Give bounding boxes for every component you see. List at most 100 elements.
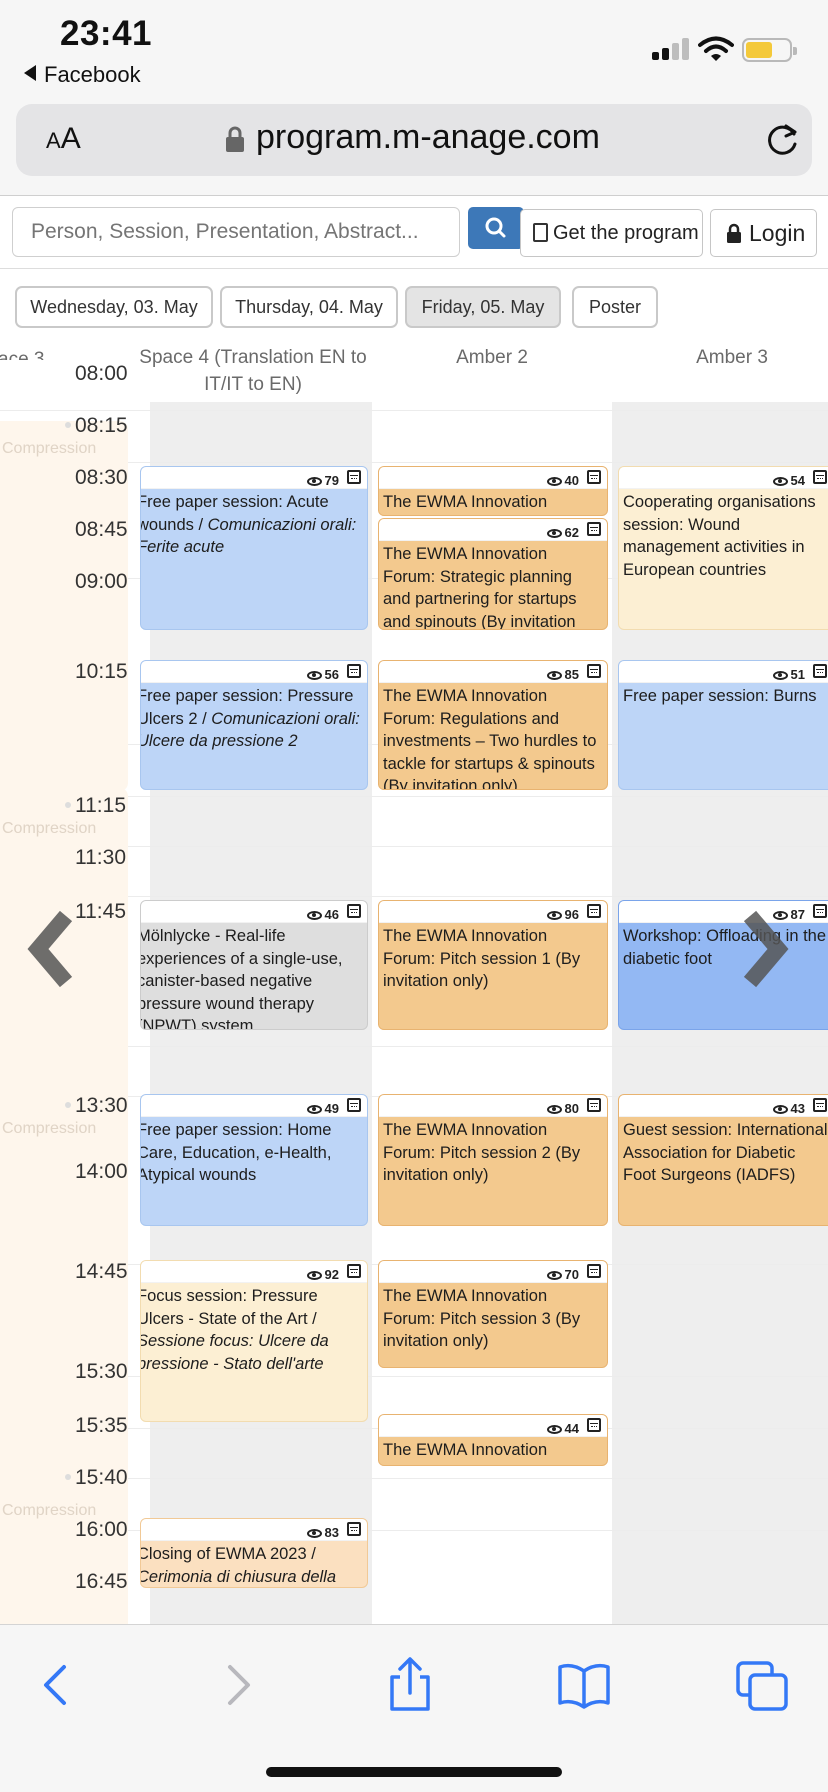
column-header-amber2: Amber 2 [456, 347, 528, 368]
eye-icon [772, 1105, 788, 1114]
space3-event-tile[interactable] [0, 1096, 128, 1516]
event-card[interactable]: 62 The EWMA Innovation Forum: Strategic … [378, 518, 608, 630]
column-header-space3: ace 3 [0, 349, 45, 360]
cellular-signal-icon [652, 38, 690, 60]
event-title-it: Sessione focus: Ulcere da pressione - St… [140, 1332, 329, 1373]
event-title: Focus session: Pressure Ulcers - State o… [140, 1287, 318, 1328]
event-card[interactable]: 70 The EWMA Innovation Forum: Pitch sess… [378, 1260, 608, 1368]
tab-poster[interactable]: Poster [572, 286, 658, 328]
calendar-icon[interactable] [587, 904, 601, 918]
eye-icon [772, 671, 788, 680]
eye-icon [306, 1271, 322, 1280]
calendar-icon[interactable] [587, 522, 601, 536]
search-button[interactable] [468, 207, 524, 249]
share-icon[interactable] [380, 1655, 440, 1715]
calendar-icon[interactable] [813, 470, 827, 484]
event-card[interactable]: 92 Focus session: Pressure Ulcers - Stat… [140, 1260, 368, 1422]
text-size-button[interactable]: AA [46, 122, 81, 156]
event-card[interactable]: 85 The EWMA Innovation Forum: Regulation… [378, 660, 608, 790]
event-card[interactable]: 49 Free paper session: Home Care, Educat… [140, 1094, 368, 1226]
view-count: 56 [324, 667, 339, 682]
back-icon[interactable] [28, 1655, 88, 1715]
eye-icon [306, 1105, 322, 1114]
tab-thursday[interactable]: Thursday, 04. May [220, 286, 398, 328]
calendar-icon[interactable] [347, 904, 361, 918]
eye-icon [546, 671, 562, 680]
event-title: The EWMA Innovation Forum: Strategic pla… [383, 545, 577, 630]
bookmarks-icon[interactable] [554, 1655, 614, 1715]
eye-icon [306, 1529, 322, 1538]
view-count: 46 [324, 907, 339, 922]
time-label: 15:40 [65, 1466, 128, 1489]
eye-icon [546, 911, 562, 920]
eye-icon [546, 477, 562, 486]
event-title: Closing of EWMA 2023 / [140, 1545, 316, 1563]
event-card[interactable]: 96 The EWMA Innovation Forum: Pitch sess… [378, 900, 608, 1030]
event-card[interactable]: 79 Free paper session: Acute wounds / Co… [140, 466, 368, 630]
column-header-space4: Space 4 (Translation EN to IT/IT to EN) [139, 347, 367, 395]
event-title: Free paper session: Burns [623, 687, 817, 705]
view-count: 44 [564, 1421, 579, 1436]
calendar-icon[interactable] [587, 470, 601, 484]
address-bar[interactable]: AA program.m-anage.com [16, 104, 812, 176]
time-label: 11:30 [75, 846, 126, 869]
event-card[interactable]: 80 The EWMA Innovation Forum: Pitch sess… [378, 1094, 608, 1226]
calendar-icon[interactable] [347, 664, 361, 678]
calendar-icon[interactable] [587, 1098, 601, 1112]
view-count: 51 [790, 667, 805, 682]
event-card[interactable]: 54 Cooperating organisations session: Wo… [618, 466, 828, 630]
space3-label: Compression [2, 820, 97, 837]
event-title: Cooperating organisations session: Wound… [623, 493, 816, 579]
calendar-icon[interactable] [587, 1264, 601, 1278]
view-count: 40 [564, 473, 579, 488]
calendar-icon[interactable] [347, 1264, 361, 1278]
view-count: 83 [324, 1525, 339, 1540]
time-label: 10:15 [75, 660, 128, 683]
calendar-icon[interactable] [813, 904, 827, 918]
time-label: 16:45 [75, 1570, 128, 1593]
time-label: 08:45 [75, 518, 128, 541]
event-title: Mölnlycke - Real-life experiences of a s… [140, 927, 343, 1030]
get-program-button[interactable]: Get the program [520, 209, 703, 257]
eye-icon [546, 1425, 562, 1434]
status-time: 23:41 [60, 14, 153, 53]
chevron-right-icon[interactable] [732, 904, 802, 994]
event-card[interactable]: 43 Guest session: International Associat… [618, 1094, 828, 1226]
calendar-icon[interactable] [813, 664, 827, 678]
reload-icon[interactable] [764, 120, 802, 158]
search-input[interactable] [12, 207, 460, 257]
tabs-icon[interactable] [732, 1655, 792, 1715]
event-card[interactable]: 40 The EWMA Innovation Forum: [378, 466, 608, 516]
event-card[interactable]: 51 Free paper session: Burns [618, 660, 828, 790]
forward-icon[interactable] [206, 1655, 266, 1715]
event-card[interactable]: 46 Mölnlycke - Real-life experiences of … [140, 900, 368, 1030]
get-program-label: Get the program [553, 222, 699, 244]
time-label: 11:15 [65, 794, 126, 817]
event-card[interactable]: 44 The EWMA Innovation Forum: [378, 1414, 608, 1466]
home-indicator [266, 1767, 562, 1777]
space3-label: Compression [2, 1120, 97, 1137]
event-card[interactable]: 56 Free paper session: Pressure Ulcers 2… [140, 660, 368, 790]
view-count: 54 [790, 473, 805, 488]
login-button[interactable]: Login [710, 209, 817, 257]
wifi-icon [698, 36, 734, 61]
calendar-icon[interactable] [587, 664, 601, 678]
tab-friday[interactable]: Friday, 05. May [405, 286, 561, 328]
calendar-icon[interactable] [813, 1098, 827, 1112]
browser-bottom-toolbar [0, 1624, 828, 1792]
day-tabs: Wednesday, 03. May Thursday, 04. May Fri… [0, 270, 828, 336]
calendar-icon[interactable] [347, 470, 361, 484]
back-to-app-link[interactable]: Facebook [24, 62, 141, 88]
event-title: The EWMA Innovation Forum: Pitch session… [383, 1121, 581, 1184]
calendar-icon[interactable] [347, 1522, 361, 1536]
tab-wednesday[interactable]: Wednesday, 03. May [15, 286, 213, 328]
calendar-icon[interactable] [587, 1418, 601, 1432]
calendar-icon[interactable] [347, 1098, 361, 1112]
event-card[interactable]: 83 Closing of EWMA 2023 / Cerimonia di c… [140, 1518, 368, 1588]
view-count: 43 [790, 1101, 805, 1116]
time-label: 08:00 [75, 362, 128, 385]
event-title: The EWMA Innovation Forum: [383, 493, 548, 511]
view-count: 85 [564, 667, 579, 682]
event-title: Guest session: International Association… [623, 1121, 828, 1184]
chevron-left-icon[interactable] [20, 904, 90, 994]
